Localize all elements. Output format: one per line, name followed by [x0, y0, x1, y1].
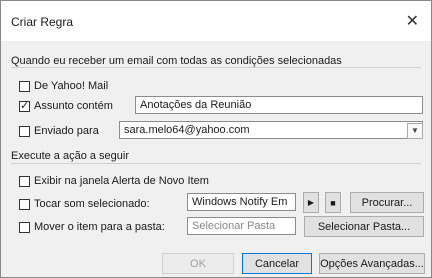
move-checkbox[interactable] — [19, 221, 30, 233]
alert-row[interactable]: Exibir na janela Alerta de Novo Item — [19, 175, 209, 187]
move-label: Mover o item para a pasta: — [34, 221, 165, 233]
subject-label: Assunto contém — [34, 100, 113, 112]
browse-button[interactable]: Procurar... — [350, 192, 424, 213]
conditions-header: Quando eu receber um email com todas as … — [11, 55, 342, 67]
advanced-options-button[interactable]: Opções Avançadas... — [319, 253, 425, 274]
subject-checkbox[interactable] — [19, 99, 30, 112]
chevron-down-icon[interactable]: ▼ — [407, 123, 423, 139]
stop-button[interactable]: ■ — [325, 192, 341, 213]
dialog-title: Criar Regra — [11, 15, 74, 29]
select-folder-button[interactable]: Selecionar Pasta... — [304, 216, 424, 237]
play-button[interactable]: ▶ — [303, 192, 319, 213]
alert-label: Exibir na janela Alerta de Novo Item — [34, 175, 209, 187]
sent-to-row[interactable]: Enviado para — [19, 125, 99, 137]
from-row[interactable]: De Yahoo! Mail — [19, 80, 108, 92]
divider — [11, 163, 421, 164]
sound-checkbox[interactable] — [19, 198, 30, 210]
folder-input[interactable]: Selecionar Pasta — [187, 217, 296, 235]
sound-file-input[interactable]: Windows Notify Em — [187, 193, 296, 211]
play-icon: ▶ — [307, 198, 315, 207]
sent-to-value: sara.melo64@yahoo.com — [124, 124, 250, 136]
move-row[interactable]: Mover o item para a pasta: — [19, 221, 165, 233]
create-rule-dialog: Criar Regra ✕ Quando eu receber um email… — [0, 0, 432, 278]
subject-row[interactable]: Assunto contém — [19, 99, 113, 112]
divider — [11, 67, 421, 68]
sound-label: Tocar som selecionado: — [34, 198, 150, 210]
subject-input[interactable]: Anotações da Reunião — [135, 96, 423, 114]
sent-to-combobox[interactable]: sara.melo64@yahoo.com — [119, 121, 423, 139]
sound-row[interactable]: Tocar som selecionado: — [19, 198, 150, 210]
title-bar: Criar Regra ✕ — [1, 1, 431, 41]
actions-header: Execute a ação a seguir — [11, 150, 130, 162]
close-icon[interactable]: ✕ — [406, 11, 419, 31]
sent-to-checkbox[interactable] — [19, 125, 30, 137]
sent-to-label: Enviado para — [34, 125, 99, 137]
cancel-button[interactable]: Cancelar — [242, 253, 312, 274]
from-label: De Yahoo! Mail — [34, 80, 109, 92]
ok-button[interactable]: OK — [162, 253, 234, 274]
alert-checkbox[interactable] — [19, 175, 30, 187]
stop-icon: ■ — [330, 197, 336, 208]
from-checkbox[interactable] — [19, 80, 30, 92]
